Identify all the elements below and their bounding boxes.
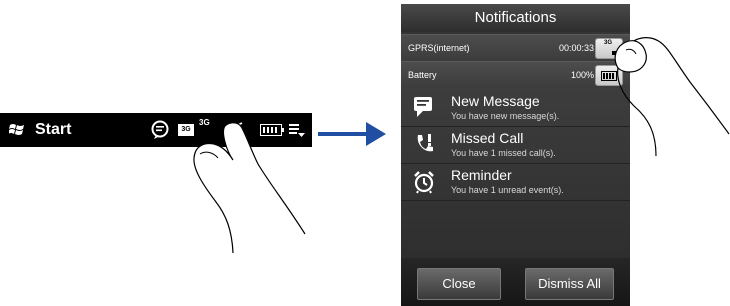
battery-label: Battery	[408, 70, 437, 80]
tapping-finger-illustration	[193, 122, 306, 254]
right-arrow-icon	[318, 122, 386, 146]
notification-title: Reminder	[451, 167, 512, 183]
notification-list: New Message You have new message(s). Mis…	[401, 88, 630, 258]
notification-subtitle: You have new message(s).	[451, 111, 560, 121]
close-button[interactable]: Close	[417, 268, 501, 300]
notification-title: Missed Call	[451, 130, 524, 146]
notification-subtitle: You have 1 missed call(s).	[451, 148, 556, 158]
tapping-finger-illustration	[614, 37, 730, 157]
dismiss-all-button[interactable]: Dismiss All	[525, 268, 614, 300]
notification-reminder[interactable]: Reminder You have 1 unread event(s).	[401, 164, 630, 201]
gprs-status-row: GPRS(internet) 00:00:33 3G	[401, 34, 630, 61]
gprs-label: GPRS(internet)	[408, 43, 470, 53]
notification-subtitle: You have 1 unread event(s).	[451, 185, 564, 195]
panel-title: Notifications	[401, 4, 630, 32]
alarm-clock-icon	[414, 171, 434, 194]
notifications-panel: Notifications GPRS(internet) 00:00:33 3G…	[401, 4, 630, 306]
battery-status-row: Battery 100%	[401, 61, 630, 88]
notification-new-message[interactable]: New Message You have new message(s).	[401, 90, 630, 127]
message-icon	[414, 97, 432, 117]
start-label[interactable]: Start	[35, 121, 71, 139]
gprs-duration: 00:00:33	[558, 43, 594, 53]
3g-button-label: 3G	[604, 40, 613, 46]
windows-logo-icon[interactable]	[9, 122, 26, 137]
message-icon[interactable]	[150, 120, 170, 140]
battery-percent: 100%	[570, 70, 594, 80]
missed-call-icon	[417, 134, 433, 152]
notification-missed-call[interactable]: Missed Call You have 1 missed call(s).	[401, 127, 630, 164]
action-bar: Close Dismiss All	[401, 258, 630, 306]
notification-title: New Message	[451, 93, 540, 109]
